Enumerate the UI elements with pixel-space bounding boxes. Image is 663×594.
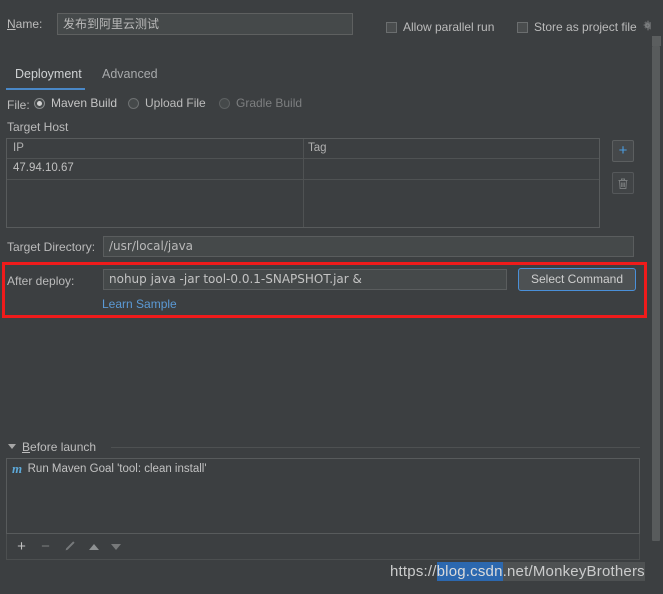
store-as-project-file-checkbox[interactable]: Store as project file: [517, 20, 637, 34]
target-host-table[interactable]: IP Tag 47.94.10.67: [6, 138, 600, 228]
checkbox-box: [386, 21, 397, 33]
name-row: Name: 发布到阿里云测试 Allow parallel run Store …: [0, 0, 663, 46]
allow-parallel-run-checkbox[interactable]: Allow parallel run: [386, 20, 494, 34]
remove-task-button: −: [41, 538, 50, 555]
radio-indicator: [34, 97, 45, 109]
column-header-tag: Tag: [308, 142, 327, 154]
watermark-highlight: blog.csdn: [436, 562, 503, 581]
triangle-up-icon: [88, 543, 99, 550]
scrollbar-thumb[interactable]: [652, 46, 660, 541]
watermark-suffix: .net/MonkeyBrothers: [502, 562, 645, 581]
before-launch-list[interactable]: m Run Maven Goal 'tool: clean install': [6, 458, 640, 534]
tab-advanced[interactable]: Advanced: [92, 62, 168, 88]
target-directory-label: Target Directory:: [7, 240, 96, 254]
file-label: File:: [7, 98, 30, 112]
scrollbar-nub: [652, 36, 661, 46]
add-task-button[interactable]: +: [13, 538, 30, 555]
name-label: Name:: [7, 17, 43, 31]
cell-ip: 47.94.10.67: [13, 162, 74, 174]
radio-maven-build-label: Maven Build: [51, 96, 118, 110]
after-deploy-input[interactable]: nohup java -jar tool-0.0.1-SNAPSHOT.jar …: [103, 269, 507, 290]
add-host-button[interactable]: +: [612, 140, 634, 162]
radio-indicator: [219, 97, 230, 109]
after-deploy-label: After deploy:: [7, 274, 75, 288]
tab-deployment[interactable]: Deployment: [5, 62, 92, 88]
select-command-button[interactable]: Select Command: [518, 268, 636, 291]
radio-gradle-build-label: Gradle Build: [236, 96, 303, 110]
radio-maven-build[interactable]: Maven Build: [34, 96, 117, 110]
delete-host-button[interactable]: [612, 172, 634, 194]
header-divider: [111, 447, 640, 448]
list-item-label: Run Maven Goal 'tool: clean install': [27, 462, 207, 475]
target-host-label: Target Host: [7, 120, 69, 134]
column-header-ip: IP: [13, 142, 24, 154]
tab-selection-indicator: [6, 88, 85, 90]
target-directory-input[interactable]: /usr/local/java: [103, 236, 634, 257]
checkbox-box: [517, 21, 528, 33]
move-down-button[interactable]: [107, 538, 124, 555]
learn-sample-link[interactable]: Learn Sample: [102, 297, 177, 311]
radio-upload-file[interactable]: Upload File: [128, 96, 206, 110]
watermark-prefix: https://: [390, 563, 437, 580]
before-launch-toolbar: + −: [6, 534, 640, 560]
table-header: IP Tag: [7, 139, 599, 159]
allow-parallel-run-label: Allow parallel run: [403, 20, 495, 34]
triangle-down-icon: [110, 543, 121, 550]
pencil-icon: [61, 538, 78, 555]
run-configuration-dialog: Name: 发布到阿里云测试 Allow parallel run Store …: [0, 0, 663, 594]
name-input[interactable]: 发布到阿里云测试: [57, 13, 353, 35]
store-as-project-file-label: Store as project file: [534, 20, 637, 34]
maven-icon: m: [12, 460, 22, 476]
radio-upload-file-label: Upload File: [145, 96, 206, 110]
trash-icon: [613, 173, 633, 193]
vertical-scrollbar[interactable]: [651, 0, 663, 594]
watermark: https://blog.csdn.net/MonkeyBrothers: [390, 562, 645, 581]
list-item[interactable]: m Run Maven Goal 'tool: clean install': [7, 459, 639, 478]
move-up-button[interactable]: [85, 538, 102, 555]
radio-indicator: [128, 97, 139, 109]
before-launch-title: Before launch: [22, 440, 97, 454]
tab-bar: Deployment Advanced: [0, 62, 663, 90]
chevron-down-icon[interactable]: [8, 444, 16, 449]
plus-icon: +: [618, 142, 628, 159]
table-row[interactable]: 47.94.10.67: [7, 159, 599, 180]
radio-gradle-build: Gradle Build: [219, 96, 302, 110]
before-launch-header[interactable]: Before launch: [6, 440, 640, 454]
file-type-row: File: Maven Build Upload File Gradle Bui…: [0, 96, 663, 114]
